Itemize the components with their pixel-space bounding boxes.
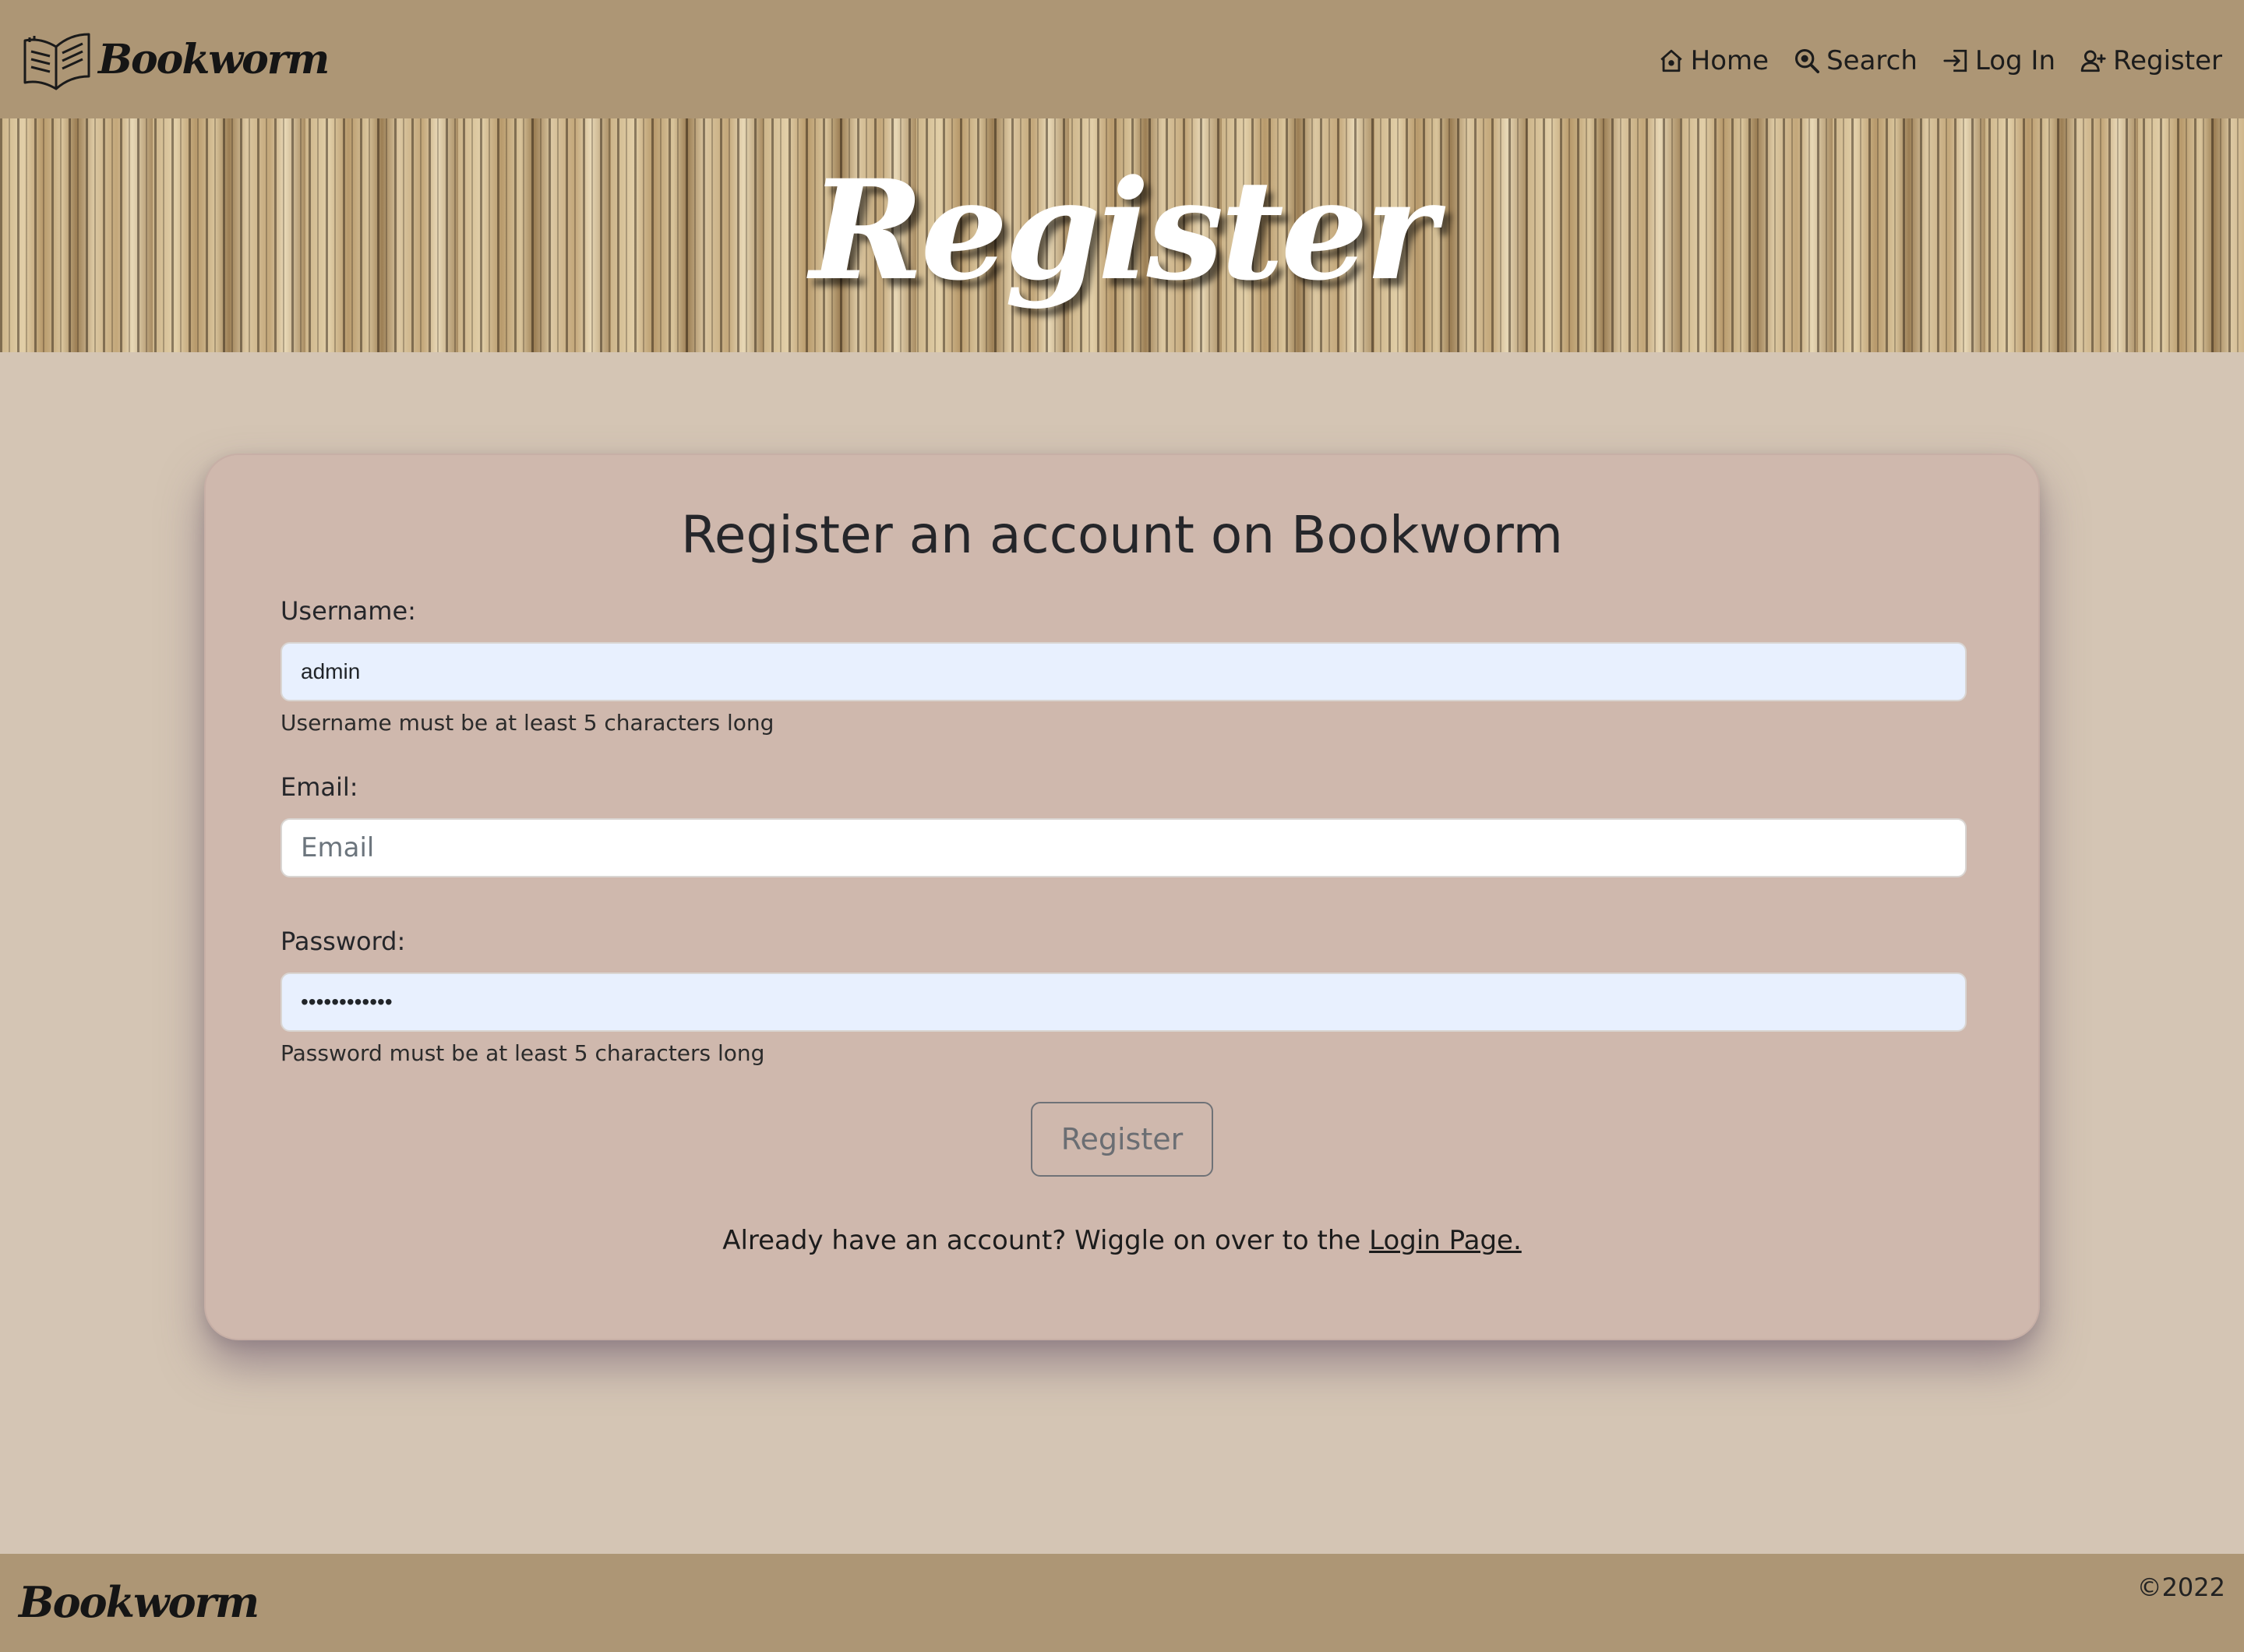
email-label: Email: — [280, 772, 358, 802]
login-icon — [1943, 49, 1967, 72]
register-card: Register an account on Bookworm Username… — [204, 454, 2040, 1340]
password-group: Password: Password must be at least 5 ch… — [280, 924, 1967, 1069]
brand-name: Bookworm — [98, 35, 330, 83]
add-user-icon — [2080, 50, 2106, 72]
main-nav: Home Search Log In Register — [1658, 45, 2222, 76]
nav-search[interactable]: Search — [1794, 45, 1918, 76]
page: Bookworm Home Search Log In Register Reg… — [0, 0, 2244, 1652]
nav-home-label: Home — [1690, 45, 1769, 76]
hero-banner: Register — [0, 118, 2244, 352]
password-label: Password: — [280, 927, 406, 956]
password-input[interactable] — [280, 972, 1967, 1032]
home-icon — [1660, 49, 1682, 72]
nav-search-label: Search — [1826, 45, 1918, 76]
register-button[interactable]: Register — [1031, 1102, 1213, 1177]
nav-login-label: Log In — [1974, 45, 2056, 76]
username-group: Username: Username must be at least 5 ch… — [280, 594, 1967, 739]
search-icon — [1795, 48, 1820, 74]
brand-link[interactable]: Bookworm — [22, 25, 330, 94]
nav-home[interactable]: Home — [1658, 45, 1769, 76]
open-book-logo-icon — [23, 33, 90, 90]
email-input[interactable] — [280, 818, 1967, 877]
submit-row: Register — [280, 1102, 1964, 1177]
login-prompt-line: Already have an account? Wiggle on over … — [280, 1225, 1964, 1256]
footer-brand: Bookworm — [19, 1577, 259, 1627]
username-helper-text: Username must be at least 5 characters l… — [280, 710, 774, 736]
username-input[interactable] — [280, 642, 1967, 701]
password-helper-text: Password must be at least 5 characters l… — [280, 1040, 765, 1066]
username-label: Username: — [280, 596, 416, 626]
login-page-link[interactable]: Login Page. — [1369, 1225, 1522, 1256]
page-title: Register — [810, 150, 1437, 311]
nav-register[interactable]: Register — [2080, 45, 2222, 76]
footer: Bookworm ©2022 — [0, 1554, 2244, 1652]
navbar: Bookworm Home Search Log In Register — [0, 0, 2244, 118]
form-title: Register an account on Bookworm — [681, 505, 1563, 565]
nav-register-label: Register — [2113, 45, 2222, 76]
nav-login[interactable]: Log In — [1942, 45, 2055, 76]
login-prompt-text: Already have an account? Wiggle on over … — [722, 1225, 1361, 1256]
copyright-text: ©2022 — [2136, 1573, 2225, 1602]
email-group: Email: — [280, 770, 1967, 877]
